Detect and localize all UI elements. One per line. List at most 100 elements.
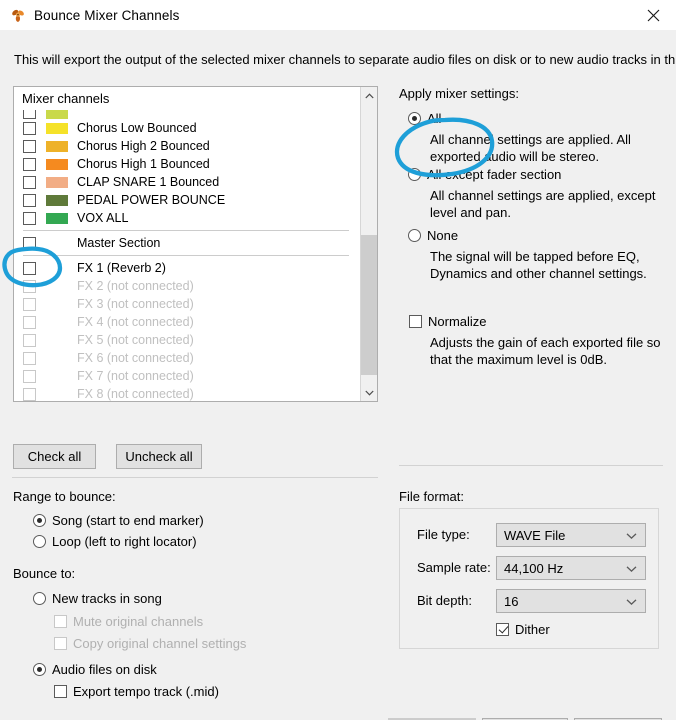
- chevron-down-icon: [626, 561, 637, 576]
- list-item[interactable]: VOX ALL: [14, 209, 358, 227]
- channel-label: Master Section: [77, 236, 161, 250]
- bit-depth-select[interactable]: 16: [496, 589, 646, 613]
- checkbox-copy-original-channel-settings: Copy original channel settings: [54, 636, 246, 651]
- channel-label: FX 7 (not connected): [77, 369, 194, 383]
- channel-color-swatch: [46, 281, 68, 292]
- radio-range-loop[interactable]: Loop (left to right locator): [33, 534, 197, 549]
- chevron-down-icon[interactable]: [361, 384, 377, 401]
- sample-rate-select[interactable]: 44,100 Hz: [496, 556, 646, 580]
- mixer-channels-list[interactable]: Mixer channels Chorus Low Bounced Chorus …: [13, 86, 378, 402]
- checkbox-icon: [23, 236, 36, 250]
- list-item-fx[interactable]: FX 1 (Reverb 2): [14, 259, 358, 277]
- radio-bounce-audio-files-on-disk[interactable]: Audio files on disk: [33, 662, 157, 677]
- channel-color-swatch: [46, 317, 68, 328]
- list-item-fx: FX 7 (not connected): [14, 367, 358, 385]
- check-all-button[interactable]: Check all: [13, 444, 96, 469]
- radio-label: Song (start to end marker): [52, 513, 204, 528]
- apply-all-description: All channel settings are applied. All ex…: [430, 132, 631, 164]
- checkbox-icon: [23, 193, 36, 207]
- intro-text: This will export the output of the selec…: [14, 52, 676, 67]
- channel-label: CLAP SNARE 1 Bounced: [77, 175, 220, 189]
- checkbox-dither[interactable]: Dither: [496, 622, 550, 637]
- window-title: Bounce Mixer Channels: [34, 7, 180, 23]
- list-separator: [23, 255, 349, 256]
- checkbox-icon: [23, 110, 36, 119]
- channel-label: FX 2 (not connected): [77, 279, 194, 293]
- scrollbar-thumb[interactable]: [361, 235, 377, 375]
- radio-apply-none[interactable]: None: [408, 228, 458, 243]
- checkbox-label: Normalize: [428, 314, 487, 329]
- radio-apply-all[interactable]: All: [408, 111, 441, 126]
- channel-color-swatch: [46, 212, 68, 224]
- radio-label: All: [427, 111, 442, 126]
- channel-label: FX 8 (not connected): [77, 387, 194, 401]
- list-item-fx: FX 6 (not connected): [14, 349, 358, 367]
- list-item-master-section[interactable]: Master Section: [14, 234, 358, 252]
- channel-label: VOX ALL: [77, 211, 129, 225]
- list-item-fx: FX 3 (not connected): [14, 295, 358, 313]
- radio-icon: [33, 592, 46, 605]
- checkbox-normalize[interactable]: Normalize: [409, 314, 487, 329]
- channel-color-swatch: [46, 176, 68, 188]
- checkbox-icon: [409, 315, 422, 328]
- checkbox-icon: [496, 623, 509, 636]
- radio-label: Loop (left to right locator): [52, 534, 197, 549]
- bit-depth-row: Bit depth: 16: [400, 589, 660, 613]
- list-item[interactable]: Chorus High 2 Bounced: [14, 137, 358, 155]
- checkbox-icon: [23, 315, 36, 329]
- list-item[interactable]: [14, 110, 358, 119]
- list-item-fx: FX 2 (not connected): [14, 277, 358, 295]
- file-format-group: File type: WAVE File Sample rate: 44,100…: [399, 508, 659, 649]
- channel-label: Chorus High 1 Bounced: [77, 157, 210, 171]
- checkbox-label: Copy original channel settings: [73, 636, 247, 651]
- radio-range-song[interactable]: Song (start to end marker): [33, 513, 204, 528]
- list-item[interactable]: Chorus Low Bounced: [14, 119, 358, 137]
- range-to-bounce-title: Range to bounce:: [13, 489, 116, 504]
- bit-depth-label: Bit depth:: [417, 593, 472, 608]
- radio-icon: [408, 168, 421, 181]
- channel-color-swatch: [46, 158, 68, 170]
- checkbox-icon: [23, 351, 36, 365]
- checkbox-icon: [23, 333, 36, 347]
- radio-label: All except fader section: [427, 167, 562, 182]
- channel-label: Chorus High 2 Bounced: [77, 139, 210, 153]
- channel-label: FX 6 (not connected): [77, 351, 194, 365]
- chevron-up-icon[interactable]: [361, 87, 377, 104]
- checkbox-label: Export tempo track (.mid): [73, 684, 219, 699]
- checkbox-icon: [23, 297, 36, 311]
- apply-none-description: The signal will be tapped before EQ, Dyn…: [430, 249, 647, 281]
- list-item[interactable]: PEDAL POWER BOUNCE: [14, 191, 358, 209]
- radio-icon: [408, 112, 421, 125]
- channel-color-swatch: [46, 371, 68, 382]
- list-item[interactable]: Chorus High 1 Bounced: [14, 155, 358, 173]
- chevron-down-icon: [626, 528, 637, 543]
- checkbox-label: Dither: [515, 622, 550, 637]
- close-icon[interactable]: [630, 0, 676, 30]
- radio-label: None: [427, 228, 459, 243]
- uncheck-all-button[interactable]: Uncheck all: [116, 444, 202, 469]
- channel-color-swatch: [46, 110, 68, 119]
- file-format-title: File format:: [399, 489, 465, 504]
- checkbox-export-tempo-track[interactable]: Export tempo track (.mid): [54, 684, 219, 699]
- radio-apply-all-except-fader[interactable]: All except fader section: [408, 167, 561, 182]
- radio-bounce-new-tracks[interactable]: New tracks in song: [33, 591, 162, 606]
- checkbox-icon: [23, 261, 36, 275]
- checkbox-icon: [23, 175, 36, 189]
- checkbox-icon: [54, 637, 67, 650]
- channel-label: FX 4 (not connected): [77, 315, 194, 329]
- sample-rate-row: Sample rate: 44,100 Hz: [400, 556, 660, 580]
- list-item[interactable]: CLAP SNARE 1 Bounced: [14, 173, 358, 191]
- sample-rate-value: 44,100 Hz: [504, 560, 564, 576]
- file-type-select[interactable]: WAVE File: [496, 523, 646, 547]
- checkbox-icon: [23, 279, 36, 293]
- checkbox-label: Mute original channels: [73, 614, 204, 629]
- mixer-list-scrollbar[interactable]: [360, 87, 377, 401]
- radio-icon: [33, 514, 46, 527]
- bounce-to-title: Bounce to:: [13, 566, 76, 581]
- checkbox-mute-original-channels: Mute original channels: [54, 614, 203, 629]
- divider-left: [12, 477, 378, 478]
- channel-color-swatch: [46, 335, 68, 346]
- checkbox-icon: [54, 615, 67, 628]
- file-type-label: File type:: [417, 527, 470, 542]
- radio-icon: [408, 229, 421, 242]
